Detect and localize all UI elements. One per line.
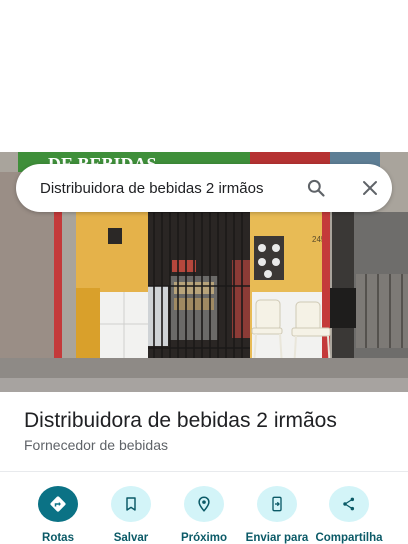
place-title: Distribuidora de bebidas 2 irmãos [24, 409, 337, 432]
place-category[interactable]: Fornecedor de bebidas [24, 437, 168, 453]
search-icon[interactable] [302, 174, 330, 202]
bookmark-icon [111, 486, 151, 522]
search-bar[interactable]: Distribuidora de bebidas 2 irmãos [16, 164, 392, 212]
action-bar: Rotas Salvar Próximo Enviar para Compart… [0, 486, 408, 544]
send-to-phone-button[interactable]: Enviar para [237, 486, 317, 544]
directions-button[interactable]: Rotas [18, 486, 98, 544]
directions-label: Rotas [42, 532, 74, 544]
share-label: Compartilha [315, 532, 383, 544]
nearby-icon [184, 486, 224, 522]
share-button[interactable]: Compartilha [309, 486, 389, 544]
send-to-phone-icon [257, 486, 297, 522]
save-button[interactable]: Salvar [91, 486, 171, 544]
search-query-text[interactable]: Distribuidora de bebidas 2 irmãos [40, 180, 392, 197]
divider [0, 471, 408, 472]
nearby-label: Próximo [180, 532, 227, 544]
share-icon [329, 486, 369, 522]
send-to-phone-label: Enviar para [245, 532, 309, 544]
directions-icon [38, 486, 78, 522]
place-sheet: 245 Distribuidora de bebidas 2 irmãos Di… [0, 0, 408, 544]
close-icon[interactable] [356, 174, 384, 202]
nearby-button[interactable]: Próximo [164, 486, 244, 544]
save-label: Salvar [113, 532, 149, 544]
